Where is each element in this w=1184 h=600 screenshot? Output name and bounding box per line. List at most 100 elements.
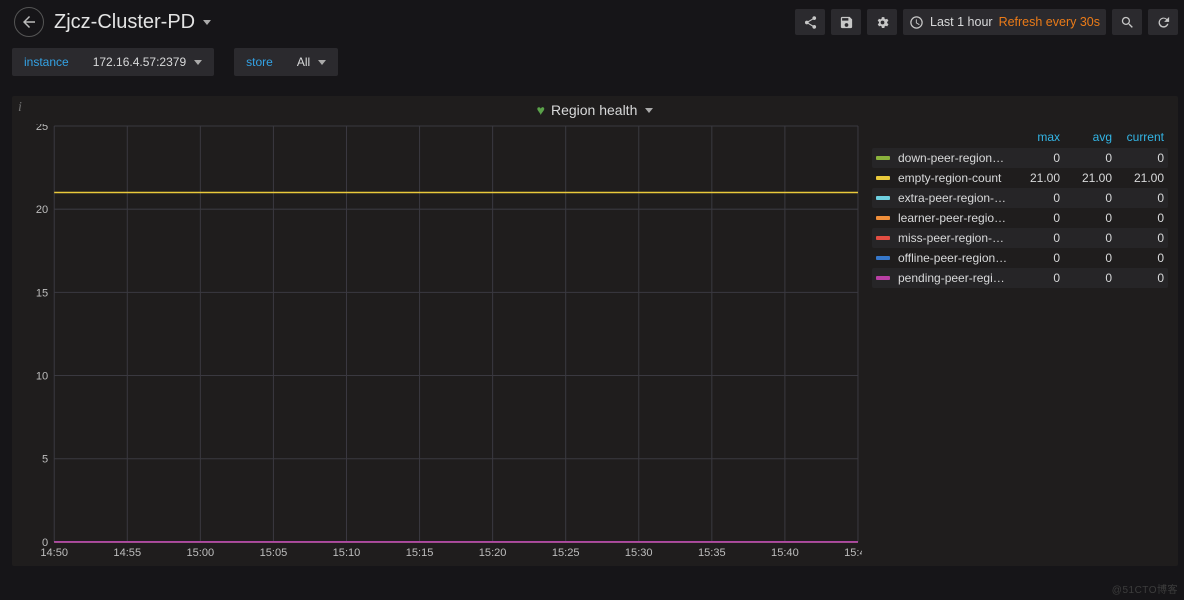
panel-title: Region health: [551, 102, 637, 118]
legend-col-max[interactable]: max: [1008, 130, 1060, 144]
settings-button[interactable]: [867, 9, 897, 35]
variable-store-value[interactable]: All: [285, 48, 338, 76]
panel-region-health: i ♥ Region health 0 5 10 15 20 25 14:50 14:55 15…: [12, 96, 1178, 566]
chart-area[interactable]: 051015202514:5014:5515:0015:0515:1015:15…: [12, 124, 868, 562]
clock-icon: [909, 15, 924, 30]
legend-swatch: [876, 256, 890, 260]
variable-store: store All: [234, 48, 338, 76]
legend-val-avg: 0: [1060, 271, 1112, 285]
refresh-button[interactable]: [1148, 9, 1178, 35]
svg-text:15:25: 15:25: [552, 547, 580, 559]
back-button[interactable]: [14, 7, 44, 37]
legend-row[interactable]: empty-region-count21.0021.0021.00: [872, 168, 1168, 188]
svg-text:15:15: 15:15: [406, 547, 434, 559]
watermark: @51CTO博客: [1112, 581, 1178, 596]
zoom-out-button[interactable]: [1112, 9, 1142, 35]
legend-val-max: 0: [1008, 251, 1060, 265]
legend-series-name: down-peer-region-count: [898, 151, 1008, 165]
svg-text:20: 20: [36, 204, 48, 216]
legend-val-current: 21.00: [1112, 171, 1164, 185]
legend-row[interactable]: offline-peer-region-count000: [872, 248, 1168, 268]
legend-series-name: empty-region-count: [898, 171, 1008, 185]
refresh-label: Refresh every 30s: [999, 15, 1100, 29]
legend-swatch: [876, 196, 890, 200]
legend-val-avg: 0: [1060, 231, 1112, 245]
arrow-left-icon: [20, 13, 38, 31]
svg-text:15:30: 15:30: [625, 547, 653, 559]
legend-swatch: [876, 176, 890, 180]
legend-swatch: [876, 156, 890, 160]
legend-val-max: 0: [1008, 211, 1060, 225]
topbar: Zjcz-Cluster-PD Last 1 hour Refresh ever…: [0, 0, 1184, 44]
time-range-label: Last 1 hour: [930, 15, 993, 29]
dashboard-title: Zjcz-Cluster-PD: [54, 11, 195, 34]
legend-val-current: 0: [1112, 211, 1164, 225]
svg-text:15:05: 15:05: [260, 547, 288, 559]
svg-text:15:35: 15:35: [698, 547, 726, 559]
svg-text:15:20: 15:20: [479, 547, 507, 559]
legend-header: max avg current: [872, 128, 1168, 148]
variable-row: instance 172.16.4.57:2379 store All: [0, 44, 1184, 84]
legend-series-name: pending-peer-region-count: [898, 271, 1008, 285]
legend-val-current: 0: [1112, 231, 1164, 245]
gear-icon: [875, 15, 890, 30]
share-icon: [803, 15, 818, 30]
svg-text:15:40: 15:40: [771, 547, 799, 559]
variable-instance-label: instance: [12, 48, 81, 76]
save-button[interactable]: [831, 9, 861, 35]
search-icon: [1120, 15, 1135, 30]
legend-val-current: 0: [1112, 151, 1164, 165]
legend-val-avg: 0: [1060, 151, 1112, 165]
svg-text:15:00: 15:00: [187, 547, 215, 559]
legend-series-name: offline-peer-region-count: [898, 251, 1008, 265]
legend-val-max: 0: [1008, 231, 1060, 245]
caret-down-icon: [645, 108, 653, 113]
variable-store-label: store: [234, 48, 285, 76]
legend-row[interactable]: learner-peer-region-count000: [872, 208, 1168, 228]
legend-val-current: 0: [1112, 251, 1164, 265]
legend-row[interactable]: extra-peer-region-count000: [872, 188, 1168, 208]
legend-row[interactable]: pending-peer-region-count000: [872, 268, 1168, 288]
legend-swatch: [876, 236, 890, 240]
legend-series-name: learner-peer-region-count: [898, 211, 1008, 225]
svg-text:10: 10: [36, 371, 48, 383]
panel-title-dropdown[interactable]: ♥ Region health: [12, 96, 1178, 120]
time-range-button[interactable]: Last 1 hour Refresh every 30s: [903, 9, 1106, 35]
legend-series-name: miss-peer-region-count: [898, 231, 1008, 245]
legend-val-max: 0: [1008, 271, 1060, 285]
legend-row[interactable]: miss-peer-region-count000: [872, 228, 1168, 248]
dashboard-title-dropdown[interactable]: Zjcz-Cluster-PD: [54, 11, 211, 34]
variable-instance-value[interactable]: 172.16.4.57:2379: [81, 48, 214, 76]
legend-val-avg: 0: [1060, 251, 1112, 265]
legend-col-avg[interactable]: avg: [1060, 130, 1112, 144]
legend-series-name: extra-peer-region-count: [898, 191, 1008, 205]
legend-swatch: [876, 276, 890, 280]
svg-text:14:50: 14:50: [40, 547, 68, 559]
svg-text:15: 15: [36, 287, 48, 299]
svg-text:15:45: 15:45: [844, 547, 862, 559]
caret-down-icon: [203, 20, 211, 25]
svg-text:14:55: 14:55: [113, 547, 141, 559]
refresh-icon: [1156, 15, 1171, 30]
line-chart: 051015202514:5014:5515:0015:0515:1015:15…: [24, 124, 862, 562]
legend-val-max: 21.00: [1008, 171, 1060, 185]
caret-down-icon: [318, 60, 326, 65]
share-button[interactable]: [795, 9, 825, 35]
svg-text:5: 5: [42, 454, 48, 466]
legend-val-avg: 21.00: [1060, 171, 1112, 185]
legend-col-current[interactable]: current: [1112, 130, 1164, 144]
panel-info-icon[interactable]: i: [18, 100, 22, 116]
legend-val-max: 0: [1008, 151, 1060, 165]
legend-val-current: 0: [1112, 191, 1164, 205]
legend-val-current: 0: [1112, 271, 1164, 285]
legend-val-avg: 0: [1060, 211, 1112, 225]
legend-row[interactable]: down-peer-region-count000: [872, 148, 1168, 168]
legend: max avg current down-peer-region-count00…: [868, 124, 1178, 562]
save-icon: [839, 15, 854, 30]
variable-instance: instance 172.16.4.57:2379: [12, 48, 214, 76]
svg-text:25: 25: [36, 124, 48, 133]
svg-text:15:10: 15:10: [333, 547, 361, 559]
heart-icon: ♥: [537, 102, 545, 118]
legend-val-max: 0: [1008, 191, 1060, 205]
legend-swatch: [876, 216, 890, 220]
